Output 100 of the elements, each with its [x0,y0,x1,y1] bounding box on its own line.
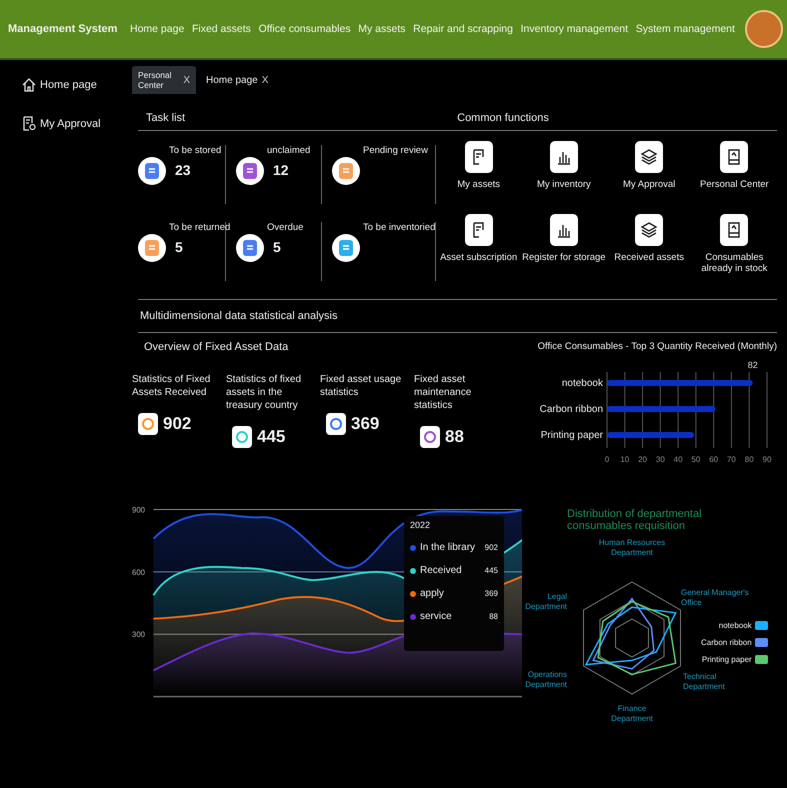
task-icon [332,234,360,262]
stat-value: 369 [351,414,380,434]
section-title: Multidimensional data statistical analysis [139,309,338,324]
nav-link[interactable]: Fixed assets [192,23,251,35]
task-label: Pending review [363,145,428,156]
stat-icon [420,426,440,448]
tab[interactable]: Home page X [200,70,274,90]
close-icon[interactable]: X [183,74,190,86]
app-title: Management System [8,23,118,35]
tick-label: 60 [709,455,718,464]
task-label: To be inventoried [363,222,436,233]
function-shortcut[interactable]: Personal Center [692,141,777,210]
stat-label: Statistics of fixed assets in the treasury country [226,373,302,412]
task-icon [332,157,360,185]
tick-label: 80 [744,455,754,464]
tick-label: 900 [132,505,146,514]
legend-label: Carbon ribbon [701,638,752,646]
bar-chart-icon [550,214,578,246]
axis-label: General Manager's Office [681,588,750,608]
stat-icon [326,413,346,435]
task-count: 23 [174,162,192,178]
function-shortcut[interactable]: Asset subscription [436,214,522,293]
series-value: 88 [489,612,498,621]
tick-label: 10 [620,455,630,464]
tick-label: 70 [727,455,736,464]
avatar-icon[interactable] [745,10,783,48]
stat-label: Statistics of Fixed Assets Received [132,373,212,399]
task-count: 12 [272,162,290,178]
series-value: 902 [484,543,498,552]
nav-link[interactable]: Home page [130,23,184,35]
task-icon [138,157,166,185]
stat-value: 88 [445,427,464,447]
layers-icon [635,214,664,246]
function-shortcut[interactable]: My assets [436,141,522,210]
tick-label: 50 [691,455,700,464]
axis-label: Carbon ribbon [540,404,603,415]
tick-label: 600 [132,568,146,577]
stat-value: 902 [163,414,192,434]
document-icon [22,116,36,131]
nav-link[interactable]: Office consumables [258,23,351,35]
document-icon [464,214,493,246]
tick-label: 90 [762,455,772,464]
function-shortcut[interactable]: Register for storage [521,214,606,293]
legend-label: Printing paper [702,654,752,664]
nav-link[interactable]: Repair and scrapping [413,23,513,35]
nav-link[interactable]: System management [636,23,735,35]
axis-label: Legal Department [524,592,567,612]
stat-icon [138,413,158,435]
task-count: 5 [272,239,282,255]
stat-label: Fixed asset usage statistics [320,373,402,399]
tick-label: 40 [674,455,683,464]
stat-icon [232,426,252,448]
stat-value: 445 [257,427,286,447]
series-name: In the library [420,542,476,553]
bar-chart-icon [550,141,578,173]
chart-title: Office Consumables - Top 3 Quantity Received (Monthly) [538,341,777,352]
tick-label: 300 [132,630,146,640]
tooltip-title: 2022 [410,520,432,530]
task-icon [236,157,264,185]
section-title: Overview of Fixed Asset Data [143,341,290,353]
axis-label: Technical Department [683,672,726,692]
series-name: apply [420,588,445,599]
sidebar-item[interactable]: Home page [22,78,132,92]
section-title: Common functions [457,112,549,124]
task-icon [236,234,264,262]
axis-label: notebook [562,378,603,389]
axis-label: Operations Department [524,670,567,690]
phone-icon [720,214,748,246]
tick-label: 30 [656,455,665,464]
layers-icon [635,141,664,173]
phone-icon [720,141,748,173]
legend-label: notebook [718,620,752,630]
function-shortcut[interactable]: My inventory [521,141,606,210]
series-value: 445 [484,566,498,575]
function-shortcut[interactable]: My Approval [606,141,692,210]
document-icon [464,141,493,173]
chart-title: Distribution of departmental consumables requisition [566,507,703,532]
nav-link[interactable]: Inventory management [520,23,628,35]
axis-label: Human Resources Department [598,538,666,558]
task-icon [138,234,166,262]
axis-label: Printing paper [540,430,603,441]
tab[interactable]: Personal Center X [132,66,196,94]
function-shortcut[interactable]: Received assets [606,214,692,293]
task-label: To be stored [169,145,222,156]
series-name: service [420,611,453,622]
task-label: unclaimed [267,145,310,156]
close-icon[interactable]: X [262,74,268,86]
series-name: Received [420,565,463,576]
section-title: Task list [146,112,186,124]
nav-link[interactable]: My assets [358,23,406,35]
sidebar-item[interactable]: My Approval [22,116,132,131]
axis-label: Finance Department [610,704,654,724]
task-count: 5 [174,239,184,255]
series-value: 369 [484,589,498,598]
data-label: 82 [748,360,758,370]
tick-label: 20 [638,455,647,464]
tick-label: 0 [604,455,610,464]
home-icon [22,78,36,92]
task-label: To be returned [169,222,230,233]
function-shortcut[interactable]: Consumables already in stock [692,214,777,293]
